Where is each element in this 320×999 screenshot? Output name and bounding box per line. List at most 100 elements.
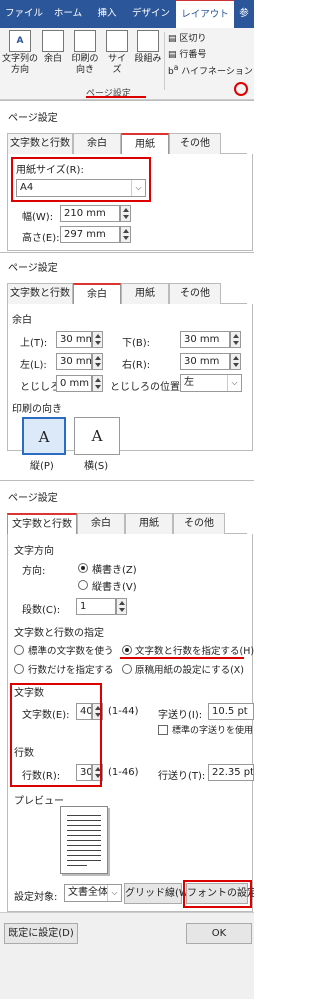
bottom-margin-spinner[interactable] (230, 331, 241, 348)
standard-chars-label: 標準の文字数を使う (28, 646, 114, 657)
size-label: サイズ (107, 54, 126, 75)
chars-and-lines-radio[interactable] (122, 645, 132, 655)
chars-range: (1-44) (108, 706, 139, 717)
manuscript-radio[interactable] (122, 664, 132, 674)
tab-other[interactable]: その他 (169, 133, 221, 154)
line-numbers-button[interactable]: ▤ 行番号 (168, 47, 206, 60)
grid-lines-button[interactable]: グリッド線(W) (124, 883, 193, 904)
apply-to-value: 文書全体 (68, 887, 108, 898)
dialog-title: ページ設定 (8, 263, 58, 274)
left-margin-label: 左(L): (20, 360, 47, 371)
vertical-radio[interactable] (78, 580, 88, 590)
columns-button[interactable]: 段組み (134, 30, 162, 65)
orientation-icon (74, 30, 96, 52)
landscape-option[interactable]: A (74, 417, 120, 455)
tab-chars-lines[interactable]: 文字数と行数 (7, 513, 77, 535)
columns-input[interactable]: 1 (76, 598, 116, 615)
tab-margins[interactable]: 余白 (77, 513, 125, 534)
breaks-button[interactable]: ▤ 区切り (168, 31, 206, 44)
height-spinner[interactable] (120, 226, 131, 243)
left-margin-input[interactable]: 30 mm (56, 353, 92, 370)
hyphenation-button[interactable]: ba ハイフネーション (168, 63, 253, 77)
portrait-option[interactable]: A (22, 417, 66, 455)
width-input[interactable]: 210 mm (60, 205, 120, 222)
tab-design[interactable]: デザイン (126, 0, 176, 28)
hyphenation-label: ハイフネーション (181, 67, 253, 77)
dialog-paper: ページ設定 文字数と行数 余白 用紙 その他 用紙サイズ(R): A4 ⌵ 幅(W… (0, 100, 254, 251)
text-direction-button[interactable]: A 文字列の 方向 (2, 30, 38, 76)
ribbon-tab-bar: ファイル ホーム 挿入 デザイン レイアウト 参 (0, 0, 254, 28)
right-margin-input[interactable]: 30 mm (180, 353, 230, 370)
tab-references[interactable]: 参 (234, 0, 254, 28)
lines-input[interactable]: 30 (76, 764, 92, 781)
paper-size-label: 用紙サイズ(R): (16, 165, 84, 176)
left-margin-spinner[interactable] (92, 353, 103, 370)
apply-to-select[interactable]: 文書全体 ⌵ (64, 884, 122, 902)
tab-chars-lines[interactable]: 文字数と行数 (7, 283, 73, 304)
margins-button[interactable]: 余白 (42, 30, 64, 65)
orientation-label: 印刷の (71, 54, 99, 64)
tab-chars-lines[interactable]: 文字数と行数 (7, 133, 73, 154)
bottom-margin-input[interactable]: 30 mm (180, 331, 230, 348)
columns-spinner[interactable] (116, 598, 127, 615)
dialog-title: ページ設定 (8, 113, 58, 124)
width-spinner[interactable] (120, 205, 131, 222)
font-settings-button[interactable]: フォントの設定 (186, 883, 254, 904)
top-margin-input[interactable]: 30 mm (56, 331, 92, 348)
gutter-spinner[interactable] (92, 375, 103, 392)
chevron-down-icon: ⌵ (107, 885, 121, 901)
line-numbers-label: 行番号 (179, 50, 207, 60)
dialog-tabs: 文字数と行数 余白 用紙 その他 (7, 133, 247, 155)
width-label: 幅(W): (22, 212, 54, 223)
tab-other[interactable]: その他 (173, 513, 225, 534)
horizontal-radio[interactable] (78, 563, 88, 573)
preview-section-title: プレビュー (14, 796, 64, 807)
gutter-position-label: とじしろの位置 (110, 382, 180, 393)
char-pitch-input[interactable]: 10.5 pt (208, 703, 254, 720)
chars-spinner[interactable] (92, 703, 103, 720)
size-button[interactable]: サイズ (104, 30, 130, 76)
right-margin-spinner[interactable] (230, 353, 241, 370)
line-pitch-input[interactable]: 22.35 pt (208, 764, 254, 781)
top-margin-spinner[interactable] (92, 331, 103, 348)
chars-input[interactable]: 40 (76, 703, 92, 720)
paper-size-select[interactable]: A4 ⌵ (16, 179, 146, 197)
tab-layout[interactable]: レイアウト (176, 0, 234, 28)
dialog-title: ページ設定 (8, 493, 58, 504)
tab-home[interactable]: ホーム (48, 0, 88, 28)
standard-pitch-checkbox[interactable] (158, 725, 168, 735)
ok-button[interactable]: OK (186, 923, 252, 944)
tab-paper[interactable]: 用紙 (121, 133, 169, 155)
lines-only-radio[interactable] (14, 664, 24, 674)
gutter-input[interactable]: 0 mm (56, 375, 92, 392)
tab-insert[interactable]: 挿入 (88, 0, 126, 28)
orientation-section-title: 印刷の向き (12, 404, 62, 415)
highlight-underline (86, 96, 146, 98)
chars-label: 文字数(E): (22, 710, 70, 721)
ribbon-body: A 文字列の 方向 余白 印刷の 向き サイズ 段組み ▤ 区切り ▤ 行番号 ba… (0, 28, 254, 100)
tab-paper[interactable]: 用紙 (121, 283, 169, 304)
tab-paper[interactable]: 用紙 (125, 513, 173, 534)
lines-spinner[interactable] (92, 764, 103, 781)
vertical-label: 縦書き(V) (92, 582, 137, 593)
tab-other[interactable]: その他 (169, 283, 221, 304)
text-direction-icon: A (9, 30, 31, 52)
dialog-tabs: 文字数と行数 余白 用紙 その他 (7, 513, 247, 535)
tab-margins[interactable]: 余白 (73, 283, 121, 305)
page-setup-launcher-icon[interactable] (234, 82, 248, 96)
margin-section-title: 余白 (12, 315, 32, 326)
tab-margins[interactable]: 余白 (73, 133, 121, 154)
height-input[interactable]: 297 mm (60, 226, 120, 243)
dialog-footer: 既定に設定(D) OK (0, 912, 254, 999)
gutter-label: とじしろ (20, 382, 60, 393)
spec-section-title: 文字数と行数の指定 (14, 628, 104, 639)
orientation-button[interactable]: 印刷の 向き (70, 30, 100, 76)
standard-chars-radio[interactable] (14, 645, 24, 655)
orientation-label2: 向き (75, 65, 94, 75)
gutter-position-value: 左 (184, 377, 194, 388)
gutter-position-select[interactable]: 左 ⌵ (180, 374, 242, 392)
line-pitch-label: 行送り(T): (158, 771, 206, 782)
apply-to-label: 設定対象: (14, 892, 58, 903)
tab-file[interactable]: ファイル (0, 0, 48, 28)
set-default-button[interactable]: 既定に設定(D) (4, 923, 78, 944)
